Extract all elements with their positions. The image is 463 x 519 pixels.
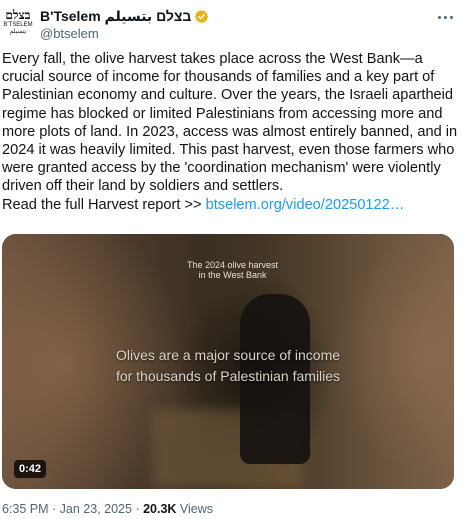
video-player[interactable]: The 2024 olive harvest in the West Bank … <box>2 234 454 489</box>
tweet-body: Every fall, the olive harvest takes plac… <box>2 51 458 195</box>
handle[interactable]: @btselem <box>40 26 209 41</box>
views-count: 20.3K <box>143 502 177 516</box>
meta-separator-2: · <box>131 502 144 516</box>
views-label: Views <box>179 502 214 516</box>
report-link[interactable]: btselem.org/video/20250122… <box>206 197 405 213</box>
video-title-overlay: The 2024 olive harvest in the West Bank <box>187 260 278 280</box>
avatar[interactable]: בצלם B'TSELEM بتسيلم <box>3 6 33 38</box>
video-caption-line1: Olives are a major source of income <box>115 347 341 363</box>
video-title-line1: The 2024 olive harvest <box>187 260 279 270</box>
video-title-line2: in the West Bank <box>198 270 267 280</box>
avatar-line-latin: B'TSELEM <box>3 21 33 28</box>
video-duration-badge: 0:42 <box>14 460 47 478</box>
video-caption-line2: for thousands of Palestinian families <box>115 368 341 384</box>
post-time[interactable]: 6:35 PM <box>2 502 49 516</box>
meta-separator: · <box>48 502 60 516</box>
read-more-prefix: Read the full Harvest report >> <box>2 196 206 213</box>
tweet-header: בצלם B'TSELEM بتسيلم B'Tselem בצלם بتسيل… <box>0 0 463 46</box>
author-names: B'Tselem בצלם بتسيلم @btselem <box>40 7 209 41</box>
more-options-icon[interactable] <box>434 9 456 25</box>
avatar-line-hebrew: בצלם <box>5 7 31 22</box>
tweet-meta: 6:35 PM · Jan 23, 2025 · 20.3K Views <box>2 502 213 516</box>
avatar-line-arabic: بتسيلم <box>9 28 27 35</box>
tweet-text: Every fall, the olive harvest takes plac… <box>2 50 460 214</box>
post-date[interactable]: Jan 23, 2025 <box>60 502 132 516</box>
read-more-line: Read the full Harvest report >> btselem.… <box>2 196 460 214</box>
verified-badge-icon[interactable] <box>194 9 209 24</box>
display-name[interactable]: B'Tselem בצלם بتسيلم <box>40 8 191 25</box>
